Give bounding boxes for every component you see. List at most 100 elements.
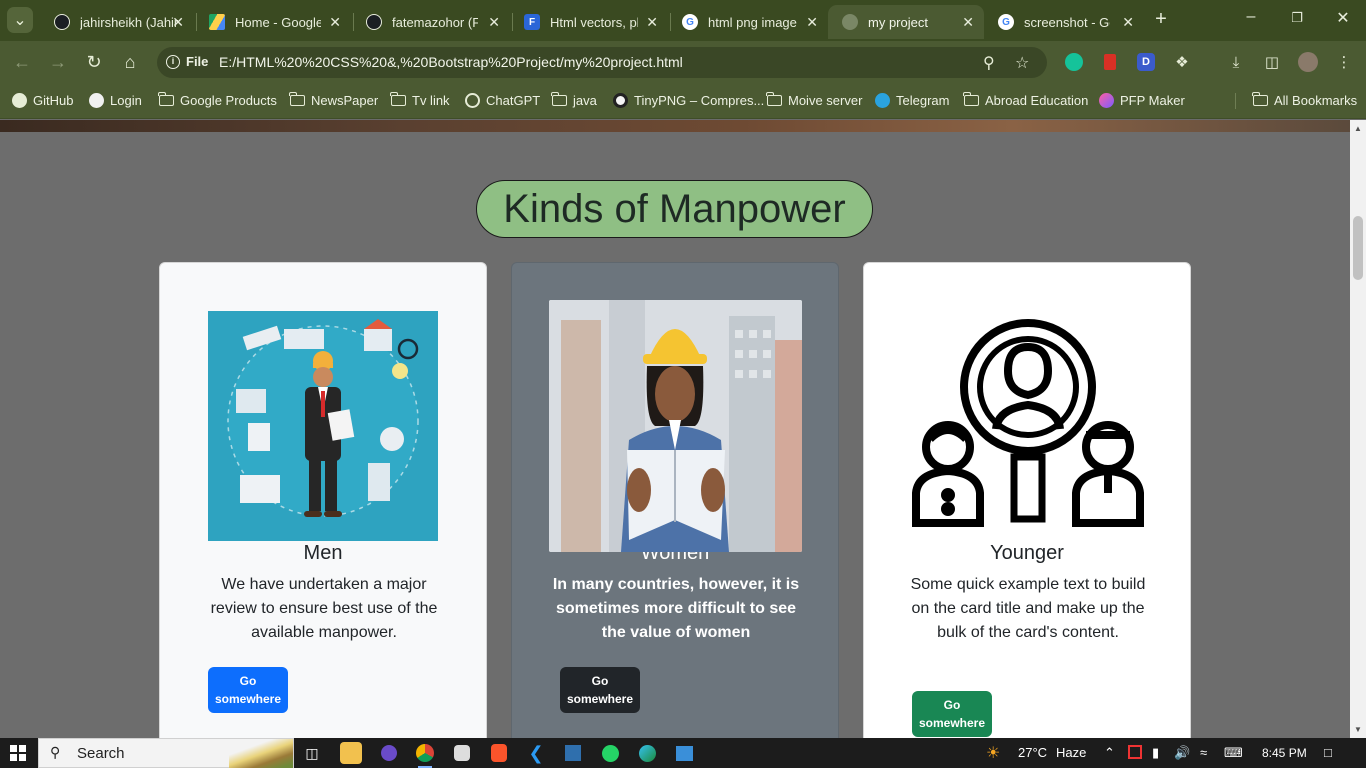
close-tab-icon[interactable]: ✕ bbox=[1122, 14, 1134, 31]
weather-desc[interactable]: Haze bbox=[1056, 745, 1086, 760]
sql-server-icon[interactable] bbox=[562, 742, 584, 764]
download-icon[interactable]: ⤓ bbox=[1226, 52, 1246, 72]
people-search-icon bbox=[912, 319, 1144, 527]
bookmark-github[interactable]: GitHub bbox=[11, 92, 73, 108]
vertical-scrollbar[interactable]: ▲ ▼ bbox=[1350, 120, 1366, 738]
acrobat-tray-icon[interactable] bbox=[1128, 745, 1142, 759]
tab-google-drive[interactable]: Home - Google ✕ bbox=[195, 5, 351, 39]
bookmark-telegram[interactable]: Telegram bbox=[874, 92, 949, 108]
all-bookmarks-button[interactable]: All Bookmarks bbox=[1251, 91, 1357, 108]
tab-my-project[interactable]: my project ✕ bbox=[828, 5, 984, 39]
bookmarks-divider bbox=[1235, 93, 1236, 109]
clock-app-icon[interactable] bbox=[451, 742, 473, 764]
scroll-up-icon[interactable]: ▲ bbox=[1354, 124, 1362, 133]
brave-icon[interactable] bbox=[488, 742, 510, 764]
file-explorer-icon[interactable] bbox=[340, 742, 362, 764]
globe-icon bbox=[842, 14, 858, 30]
notification-icon[interactable]: □ bbox=[1324, 745, 1332, 760]
grammarly-icon[interactable] bbox=[1064, 52, 1084, 72]
site-info-chip[interactable]: i File bbox=[166, 54, 208, 69]
close-tab-icon[interactable]: ✕ bbox=[646, 14, 658, 31]
freepik-icon: F bbox=[524, 14, 540, 30]
bookmark-tinypng[interactable]: TinyPNG – Compres... bbox=[612, 92, 764, 108]
forward-arrow-icon[interactable]: → bbox=[47, 51, 69, 73]
weather-icon[interactable]: ☀ bbox=[986, 743, 1000, 763]
folder-icon bbox=[288, 91, 305, 108]
search-icon: ⚲ bbox=[50, 744, 61, 760]
url-text[interactable]: E:/HTML%20%20CSS%20&,%20Bootstrap%20Proj… bbox=[219, 54, 683, 70]
go-somewhere-button[interactable]: Go somewhere bbox=[560, 667, 640, 713]
battery-icon[interactable]: ▮ bbox=[1152, 745, 1159, 761]
bookmark-newspaper[interactable]: NewsPaper bbox=[288, 91, 378, 108]
wifi-icon[interactable]: ≈ bbox=[1200, 745, 1207, 760]
windows-start-icon[interactable] bbox=[10, 745, 26, 761]
d-extension-icon[interactable]: D bbox=[1136, 52, 1156, 72]
tab-search-button[interactable]: ⌄ bbox=[7, 7, 33, 33]
weather-temp[interactable]: 27°C bbox=[1018, 745, 1047, 760]
extensions-puzzle-icon[interactable]: ❖ bbox=[1172, 52, 1192, 72]
speaker-icon[interactable]: 🔊 bbox=[1174, 745, 1190, 761]
bookmark-java[interactable]: java bbox=[550, 91, 597, 108]
side-panel-icon[interactable]: ◫ bbox=[1262, 52, 1282, 72]
vscode-icon[interactable]: ❮ bbox=[525, 742, 547, 764]
go-somewhere-button[interactable]: Go somewhere bbox=[912, 691, 992, 737]
profile-avatar[interactable] bbox=[1298, 52, 1318, 72]
close-tab-icon[interactable]: ✕ bbox=[329, 14, 341, 31]
folder-icon bbox=[550, 91, 567, 108]
chrome-icon[interactable] bbox=[414, 742, 436, 768]
info-icon: i bbox=[166, 54, 180, 69]
chevron-down-icon: ⌄ bbox=[13, 12, 27, 29]
close-window-icon[interactable]: ✕ bbox=[1320, 8, 1366, 28]
close-tab-icon[interactable]: ✕ bbox=[962, 14, 974, 31]
restore-icon[interactable]: ❐ bbox=[1274, 10, 1320, 26]
close-tab-icon[interactable]: ✕ bbox=[806, 14, 818, 31]
back-arrow-icon[interactable]: ← bbox=[11, 51, 33, 73]
tab-html-vectors[interactable]: F Html vectors, ph ✕ bbox=[510, 5, 668, 39]
login-icon bbox=[88, 92, 104, 108]
bookmark-google-products[interactable]: Google Products bbox=[157, 91, 277, 108]
tray-overflow-icon[interactable]: ⌃ bbox=[1104, 745, 1115, 761]
new-tab-button[interactable]: + bbox=[1150, 9, 1172, 31]
minimize-icon[interactable]: – bbox=[1228, 8, 1274, 26]
bookmark-chatgpt[interactable]: ChatGPT bbox=[464, 92, 540, 108]
whatsapp-icon[interactable] bbox=[599, 742, 621, 764]
close-tab-icon[interactable]: ✕ bbox=[172, 14, 184, 31]
bookmark-star-icon[interactable]: ☆ bbox=[1015, 53, 1029, 73]
close-tab-icon[interactable]: ✕ bbox=[488, 14, 500, 31]
taskbar-search-box[interactable]: ⚲ Search bbox=[38, 738, 294, 768]
reload-icon[interactable]: ↻ bbox=[83, 51, 105, 73]
zoom-icon[interactable]: ⚲ bbox=[983, 53, 995, 73]
home-icon[interactable]: ⌂ bbox=[119, 51, 141, 73]
card-text: In many countries, however, it is someti… bbox=[552, 576, 800, 641]
github-icon bbox=[366, 14, 382, 30]
scrollbar-thumb[interactable] bbox=[1353, 216, 1363, 280]
clock-time[interactable]: 8:45 PM bbox=[1262, 746, 1307, 760]
tab-jahirsheikh[interactable]: jahirsheikh (Jahir ✕ bbox=[40, 5, 194, 39]
card-title: Younger bbox=[990, 542, 1064, 564]
go-somewhere-button[interactable]: Go somewhere bbox=[208, 667, 288, 713]
red-bookmark-extension-icon[interactable] bbox=[1100, 52, 1120, 72]
keyboard-icon[interactable]: ⌨ bbox=[1224, 745, 1243, 761]
address-bar[interactable]: i File E:/HTML%20%20CSS%20&,%20Bootstrap… bbox=[157, 47, 1047, 78]
folder-icon bbox=[765, 91, 782, 108]
tab-fatemazohor[interactable]: fatemazohor (Fa ✕ bbox=[352, 5, 510, 39]
photos-icon[interactable] bbox=[673, 742, 695, 764]
folder-icon bbox=[1251, 91, 1268, 108]
bookmark-tv-link[interactable]: Tv link bbox=[389, 91, 450, 108]
bookmark-pfp-maker[interactable]: PFP Maker bbox=[1098, 92, 1185, 108]
card-younger: Younger Some quick example text to build… bbox=[863, 262, 1191, 738]
scroll-down-icon[interactable]: ▼ bbox=[1354, 725, 1362, 734]
task-view-icon[interactable]: ◫ bbox=[301, 742, 323, 764]
windows-taskbar: ⚲ Search ◫ ❮ ☀ 27°C Haze ⌃ ▮ 🔊 ≈ ⌨ 8:45 … bbox=[0, 738, 1366, 768]
bookmark-abroad-education[interactable]: Abroad Education bbox=[962, 91, 1088, 108]
panda-icon bbox=[612, 92, 628, 108]
bookmark-moive-server[interactable]: Moive server bbox=[765, 91, 862, 108]
menu-kebab-icon[interactable]: ⋮ bbox=[1334, 52, 1354, 72]
tab-screenshot-google[interactable]: G screenshot - Goo ✕ bbox=[984, 5, 1144, 39]
obs-icon[interactable] bbox=[378, 742, 400, 764]
bookmark-login[interactable]: Login bbox=[88, 92, 142, 108]
edge-icon[interactable] bbox=[636, 742, 658, 764]
pfp-icon bbox=[1098, 92, 1114, 108]
browser-toolbar: ← → ↻ ⌂ i File E:/HTML%20%20CSS%20&,%20B… bbox=[0, 41, 1366, 83]
tab-html-png-image[interactable]: G html png image ✕ bbox=[668, 5, 828, 39]
